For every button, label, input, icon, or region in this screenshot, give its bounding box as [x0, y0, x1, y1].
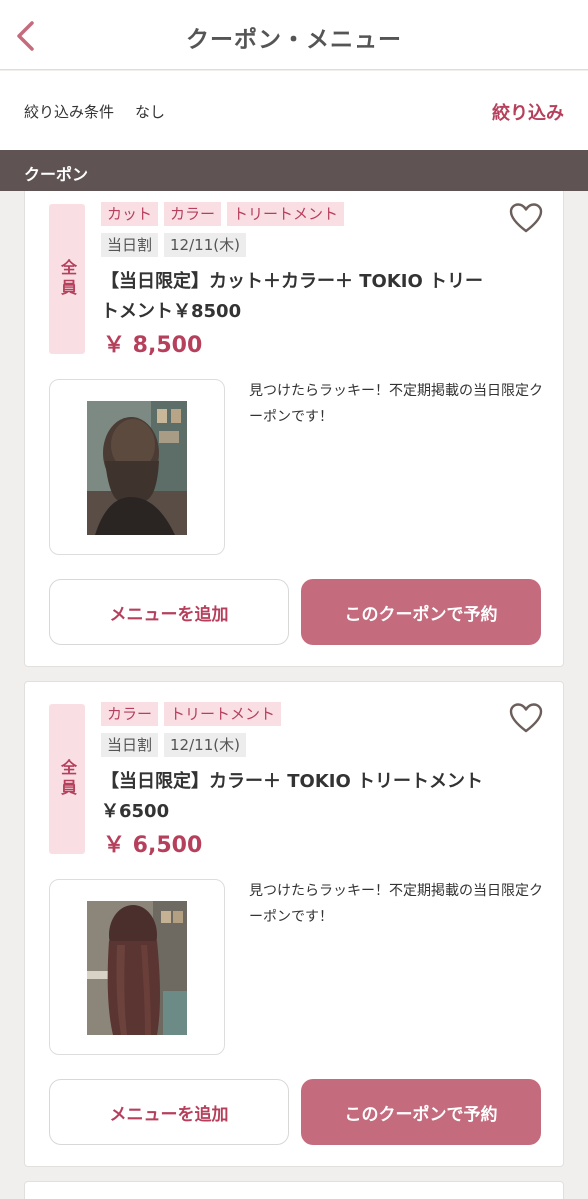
- date-tag: 12/11(木): [164, 233, 246, 257]
- page-title: クーポン・メニュー: [186, 27, 402, 53]
- target-badge: 全員: [49, 204, 85, 354]
- category-tag: カラー: [101, 702, 159, 726]
- coupon-list[interactable]: 全員 カット カラー トリートメント 当日割 12/11(木) 【当日限定】カッ…: [0, 191, 588, 1199]
- coupon-photo: [49, 879, 225, 1055]
- favorite-heart-icon[interactable]: [509, 702, 543, 734]
- filter-value: なし: [135, 103, 166, 121]
- category-tag: カラー: [164, 202, 222, 226]
- coupon-card[interactable]: 全員 カラー トリートメント 当日割 12/11(木) 【当日限定】カラー＋ T…: [24, 681, 564, 1167]
- add-menu-button[interactable]: メニューを追加: [49, 1079, 289, 1145]
- condition-tag: 当日割: [101, 733, 159, 757]
- category-tag: カット: [101, 202, 159, 226]
- filter-label: 絞り込み条件: [24, 103, 115, 121]
- coupon-card[interactable]: 全員 カット カラー トリートメント 当日割 12/11(木) 【当日限定】カッ…: [24, 191, 564, 667]
- app-header: クーポン・メニュー: [0, 0, 588, 70]
- category-tags: カラー トリートメント: [101, 702, 282, 726]
- category-tags: カット カラー トリートメント: [101, 202, 345, 226]
- category-tag: トリートメント: [227, 202, 345, 226]
- add-menu-button[interactable]: メニューを追加: [49, 579, 289, 645]
- section-header: クーポン: [0, 150, 588, 191]
- coupon-description: 見つけたらラッキー！不定期掲載の当日限定クーポンです！: [249, 383, 543, 425]
- coupon-description: 見つけたらラッキー！不定期掲載の当日限定クーポンです！: [249, 883, 543, 925]
- section-title: クーポン: [24, 165, 89, 184]
- book-with-coupon-button[interactable]: このクーポンで予約: [301, 1079, 541, 1145]
- coupon-card[interactable]: [24, 1181, 564, 1199]
- filter-button[interactable]: 絞り込み: [492, 99, 564, 125]
- coupon-price: ￥ 8,500: [103, 333, 203, 358]
- hairstyle-photo: [87, 401, 187, 535]
- condition-tags: 当日割 12/11(木): [101, 233, 246, 257]
- favorite-heart-icon[interactable]: [509, 202, 543, 234]
- condition-tags: 当日割 12/11(木): [101, 733, 246, 757]
- book-with-coupon-button[interactable]: このクーポンで予約: [301, 579, 541, 645]
- target-badge: 全員: [49, 704, 85, 854]
- coupon-title: 【当日限定】カラー＋ TOKIO トリートメント￥6500: [101, 771, 484, 822]
- coupon-title: 【当日限定】カット＋カラー＋ TOKIO トリートメント￥8500: [101, 271, 484, 322]
- category-tag: トリートメント: [164, 702, 282, 726]
- condition-tag: 当日割: [101, 233, 159, 257]
- coupon-photo: [49, 379, 225, 555]
- filter-bar: 絞り込み条件 なし 絞り込み: [0, 71, 588, 150]
- coupon-price: ￥ 6,500: [103, 833, 203, 858]
- date-tag: 12/11(木): [164, 733, 246, 757]
- hairstyle-photo: [87, 901, 187, 1035]
